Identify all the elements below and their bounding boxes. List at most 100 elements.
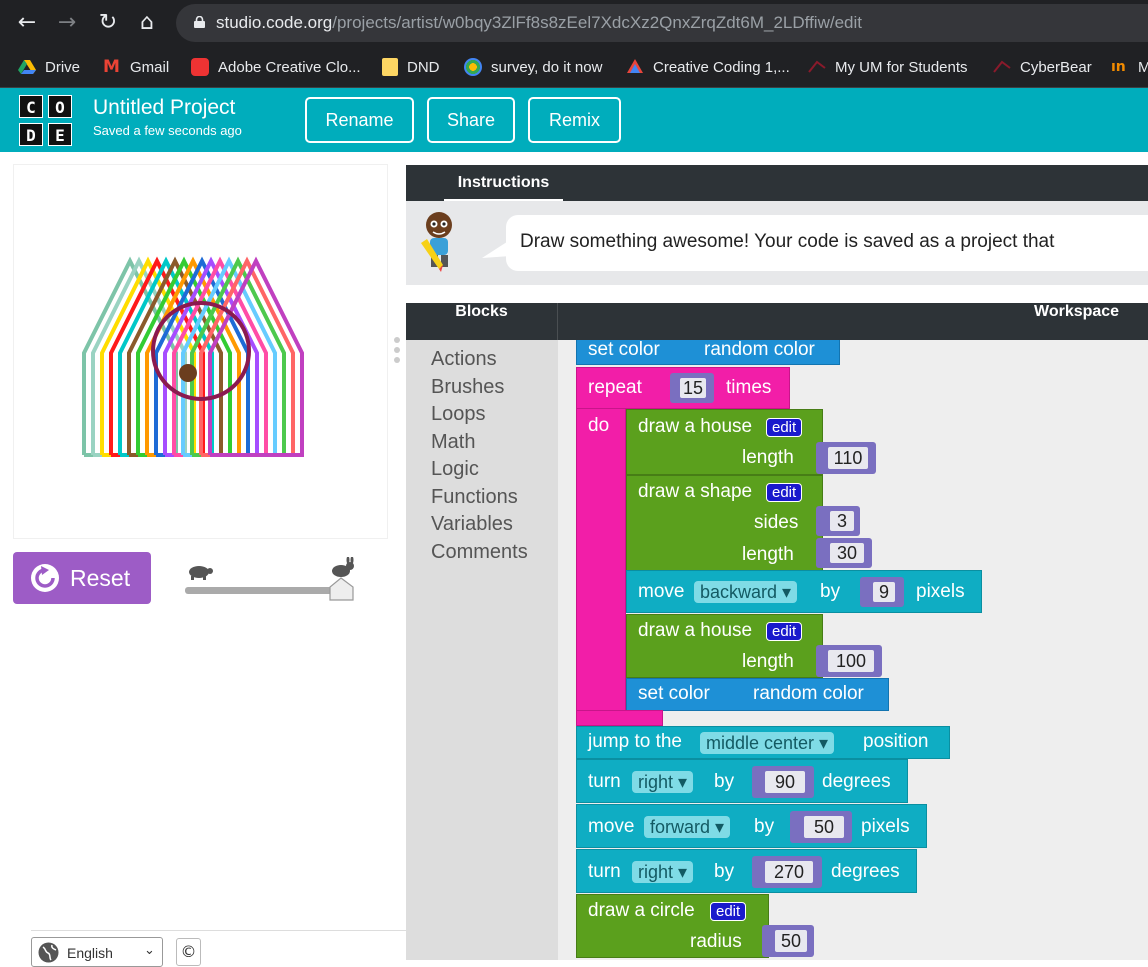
draw-shape-block[interactable]: draw a shape edit sides length [626, 475, 823, 571]
tab-instructions[interactable]: Instructions [444, 165, 563, 201]
category-loops[interactable]: Loops [431, 403, 486, 426]
speed-slider-track[interactable] [185, 587, 345, 594]
block-label: draw a house [638, 416, 753, 437]
shape-sides-input[interactable]: 3 [828, 509, 856, 533]
direction-dropdown[interactable]: backward ▾ [694, 581, 798, 603]
draw-house-block[interactable]: draw a house edit length [626, 409, 823, 475]
category-math[interactable]: Math [431, 431, 475, 454]
bookmark-cyberbear[interactable]: CyberBear [993, 56, 1092, 78]
bookmark-my-um[interactable]: My UM for Students [808, 56, 968, 78]
chevron-down-icon: ⌄ [144, 943, 155, 958]
survey-icon [464, 58, 482, 76]
block-label: set color [638, 683, 710, 704]
bookmark-dnd[interactable]: DND [382, 56, 440, 78]
move-distance-input[interactable]: 9 [871, 580, 897, 604]
category-logic[interactable]: Logic [431, 458, 479, 481]
bookmark-m[interactable]: ın M [1111, 56, 1148, 78]
turtle-icon [189, 566, 213, 580]
edit-button[interactable]: edit [710, 902, 747, 921]
speed-slider-handle[interactable] [329, 577, 354, 601]
save-status: Saved a few seconds ago [93, 123, 242, 138]
house-length-input[interactable]: 110 [826, 445, 870, 471]
reload-icon[interactable]: ↻ [94, 9, 122, 37]
remix-button[interactable]: Remix [528, 97, 621, 143]
turn-direction-dropdown[interactable]: right ▾ [632, 771, 694, 793]
draw-house-block[interactable]: draw a house edit length [626, 614, 823, 678]
turn-block[interactable]: turn right ▾ by 270 degrees [576, 849, 917, 893]
turn-direction-dropdown[interactable]: right ▾ [632, 861, 694, 883]
logo-letter: D [19, 123, 43, 146]
block-label: draw a shape [638, 481, 753, 502]
repeat-block-bottom [576, 710, 663, 726]
block-label: length [742, 544, 794, 565]
move-block[interactable]: move forward ▾ by 50 pixels [576, 804, 927, 848]
logo-letter: E [48, 123, 72, 146]
reset-label: Reset [70, 565, 131, 591]
set-color-block[interactable]: set color random color [576, 340, 840, 365]
set-color-block[interactable]: set color random color [626, 678, 889, 711]
creative-coding-icon [627, 59, 643, 73]
block-label: turn [588, 861, 621, 882]
block-label: degrees [831, 861, 900, 882]
copyright-button[interactable]: © [176, 938, 201, 966]
category-actions[interactable]: Actions [431, 348, 497, 371]
cyberbear-icon [993, 60, 1011, 73]
jump-to-block[interactable]: jump to the middle center ▾ position [576, 726, 950, 759]
block-label: length [742, 447, 794, 468]
home-icon[interactable]: ⌂ [133, 9, 161, 37]
block-label: draw a house [638, 620, 753, 641]
draw-circle-block[interactable]: draw a circle edit radius [576, 894, 769, 958]
bookmark-drive[interactable]: Drive [18, 56, 80, 78]
block-label: position [863, 731, 929, 752]
shape-length-input[interactable]: 30 [828, 541, 866, 565]
block-label: sides [754, 512, 799, 533]
category-functions[interactable]: Functions [431, 486, 518, 509]
block-label: degrees [822, 771, 891, 792]
language-select[interactable]: English ⌄ [31, 937, 163, 967]
edit-button[interactable]: edit [766, 622, 803, 641]
move-block[interactable]: move backward ▾ by 9 pixels [626, 570, 982, 613]
bookmark-adobe[interactable]: Adobe Creative Clo... [191, 56, 361, 78]
rename-button[interactable]: Rename [305, 97, 414, 143]
block-label: pixels [916, 581, 965, 602]
share-button[interactable]: Share [427, 97, 515, 143]
blocks-title: Blocks [406, 303, 558, 340]
block-label: repeat [588, 377, 642, 398]
category-variables[interactable]: Variables [431, 513, 513, 536]
edit-button[interactable]: edit [766, 483, 803, 502]
address-bar[interactable]: studio.code.org/projects/artist/w0bqy3Zl… [176, 4, 1148, 42]
category-brushes[interactable]: Brushes [431, 376, 504, 399]
direction-dropdown[interactable]: forward ▾ [644, 816, 731, 838]
position-dropdown[interactable]: middle center ▾ [700, 732, 835, 754]
workspace[interactable]: set color random color repeat 15 times d… [558, 340, 1148, 960]
reset-button[interactable]: Reset [13, 552, 151, 604]
code-logo[interactable]: C O D E [19, 95, 73, 147]
house-length-input[interactable]: 100 [826, 648, 876, 674]
turn-degrees-input[interactable]: 270 [763, 859, 815, 885]
drawing-svg [82, 256, 304, 457]
repeat-count-input[interactable]: 15 [678, 376, 708, 400]
repeat-block[interactable]: repeat 15 times [576, 367, 790, 409]
back-arrow-icon[interactable]: ← [13, 9, 41, 37]
block-label: pixels [861, 816, 910, 837]
circle-radius-input[interactable]: 50 [773, 928, 809, 954]
random-color-value[interactable]: random color [753, 683, 864, 705]
language-label: English [67, 945, 113, 961]
bookmark-creative-coding[interactable]: Creative Coding 1,... [626, 56, 790, 78]
category-comments[interactable]: Comments [431, 541, 528, 564]
resize-handle[interactable] [393, 336, 401, 364]
turn-block[interactable]: turn right ▾ by 90 degrees [576, 759, 908, 803]
turn-degrees-input[interactable]: 90 [763, 769, 807, 795]
edit-button[interactable]: edit [766, 418, 803, 437]
artist-avatar-icon [421, 212, 452, 272]
random-color-value[interactable]: random color [704, 340, 815, 361]
move-distance-input[interactable]: 50 [802, 814, 846, 840]
forward-arrow-icon[interactable]: → [53, 9, 81, 37]
block-label: times [726, 377, 772, 398]
block-label: by [714, 771, 735, 792]
folder-icon [382, 58, 398, 76]
artist-canvas [13, 164, 388, 539]
block-label: length [742, 651, 794, 672]
bookmark-gmail[interactable]: M Gmail [103, 56, 169, 78]
bookmark-survey[interactable]: survey, do it now [464, 56, 602, 78]
